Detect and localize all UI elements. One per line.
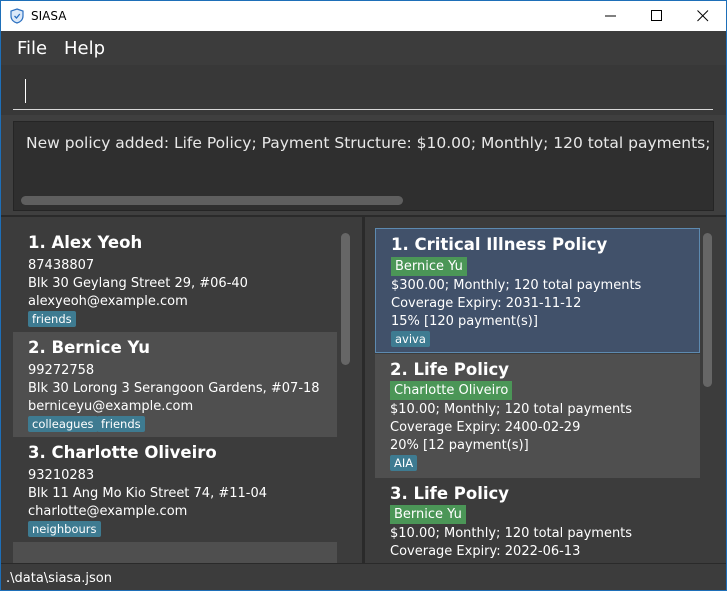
policy-expiry: Coverage Expiry: 2022-06-13 <box>390 544 581 559</box>
person-header: 1. Alex Yeoh <box>28 233 142 252</box>
policy-list[interactable]: 1. Critical Illness Policy Bernice Yu $3… <box>365 217 726 563</box>
person-phone: 99272758 <box>28 363 95 378</box>
minimize-button[interactable] <box>588 1 634 31</box>
policy-header: 3. Life Policy <box>390 484 509 503</box>
person-card[interactable] <box>13 542 337 563</box>
result-display[interactable]: New policy added: Life Policy; Payment S… <box>13 121 714 211</box>
command-input[interactable] <box>13 75 713 110</box>
menu-bar: File Help <box>1 31 726 65</box>
app-window: SIASA File Help New policy added: Life P… <box>0 0 727 591</box>
person-card[interactable]: 1. Alex Yeoh 87438807 Blk 30 Geylang Str… <box>13 227 337 332</box>
policy-owner: Bernice Yu <box>391 257 467 276</box>
maximize-button[interactable] <box>634 1 680 31</box>
policy-card[interactable]: 3. Life Policy Bernice Yu $10.00; Monthl… <box>375 478 700 563</box>
policy-commission: 20% [12 payment(s)] <box>390 438 529 453</box>
policy-payment: $10.00; Monthly; 120 total payments <box>390 402 633 417</box>
person-email: berniceyu@example.com <box>28 399 194 414</box>
policy-owner: Bernice Yu <box>390 505 466 524</box>
title-bar[interactable]: SIASA <box>1 1 726 31</box>
close-button[interactable] <box>680 1 726 31</box>
policy-header: 2. Life Policy <box>390 360 509 379</box>
policy-index: 3. <box>390 484 408 503</box>
result-message: New policy added: Life Policy; Payment S… <box>26 134 714 152</box>
person-name: Charlotte Oliveiro <box>51 443 217 462</box>
person-phone: 87438807 <box>28 258 95 273</box>
tag: AIA <box>390 455 418 471</box>
policy-payment: $300.00; Monthly; 120 total payments <box>391 278 642 293</box>
policy-index: 1. <box>391 235 409 254</box>
policy-card[interactable]: 2. Life Policy Charlotte Oliveiro $10.00… <box>375 354 700 478</box>
menu-help[interactable]: Help <box>64 38 105 59</box>
person-email: charlotte@example.com <box>28 504 188 519</box>
policy-expiry: Coverage Expiry: 2031-11-12 <box>391 296 582 311</box>
person-address: Blk 30 Geylang Street 29, #06-40 <box>28 276 248 291</box>
policy-commission: 15% [120 payment(s)] <box>391 314 538 329</box>
close-icon <box>697 10 709 22</box>
tag: friends <box>28 311 76 327</box>
window-title: SIASA <box>31 9 67 23</box>
maximize-icon <box>651 10 662 21</box>
person-header: 2. Bernice Yu <box>28 338 150 357</box>
policy-card-selected[interactable]: 1. Critical Illness Policy Bernice Yu $3… <box>375 228 700 353</box>
shield-icon <box>10 8 24 24</box>
tag: colleagues <box>28 416 98 432</box>
tag: neighbours <box>28 521 101 537</box>
policy-index: 2. <box>390 360 408 379</box>
tag: friends <box>97 416 145 432</box>
person-index: 2. <box>28 338 46 357</box>
status-bar: .\data\siasa.json <box>1 563 726 590</box>
horizontal-scrollbar[interactable] <box>21 196 403 205</box>
person-index: 3. <box>28 443 46 462</box>
minimize-icon <box>605 15 616 17</box>
person-header: 3. Charlotte Oliveiro <box>28 443 217 462</box>
person-address: Blk 11 Ang Mo Kio Street 74, #11-04 <box>28 486 268 501</box>
text-caret <box>25 79 26 103</box>
vertical-scrollbar[interactable] <box>341 233 350 365</box>
person-card[interactable]: 2. Bernice Yu 99272758 Blk 30 Lorong 3 S… <box>13 332 337 437</box>
policy-payment: $10.00; Monthly; 120 total payments <box>390 526 633 541</box>
policy-owner: Charlotte Oliveiro <box>390 381 513 400</box>
menu-file[interactable]: File <box>17 38 47 59</box>
command-box <box>1 65 726 115</box>
person-phone: 93210283 <box>28 468 95 483</box>
person-name: Alex Yeoh <box>51 233 143 252</box>
data-file-path: .\data\siasa.json <box>6 571 112 586</box>
policy-title: Life Policy <box>413 360 510 379</box>
policy-expiry: Coverage Expiry: 2400-02-29 <box>390 420 581 435</box>
person-email: alexyeoh@example.com <box>28 294 188 309</box>
person-card[interactable]: 3. Charlotte Oliveiro 93210283 Blk 11 An… <box>13 437 337 542</box>
policy-title: Critical Illness Policy <box>414 235 608 254</box>
person-index: 1. <box>28 233 46 252</box>
tag: aviva <box>391 331 430 347</box>
person-address: Blk 30 Lorong 3 Serangoon Gardens, #07-1… <box>28 381 320 396</box>
policy-title: Life Policy <box>413 484 510 503</box>
person-name: Bernice Yu <box>51 338 151 357</box>
policy-header: 1. Critical Illness Policy <box>391 235 607 254</box>
vertical-scrollbar[interactable] <box>703 233 712 387</box>
person-list[interactable]: 1. Alex Yeoh 87438807 Blk 30 Geylang Str… <box>1 217 362 563</box>
